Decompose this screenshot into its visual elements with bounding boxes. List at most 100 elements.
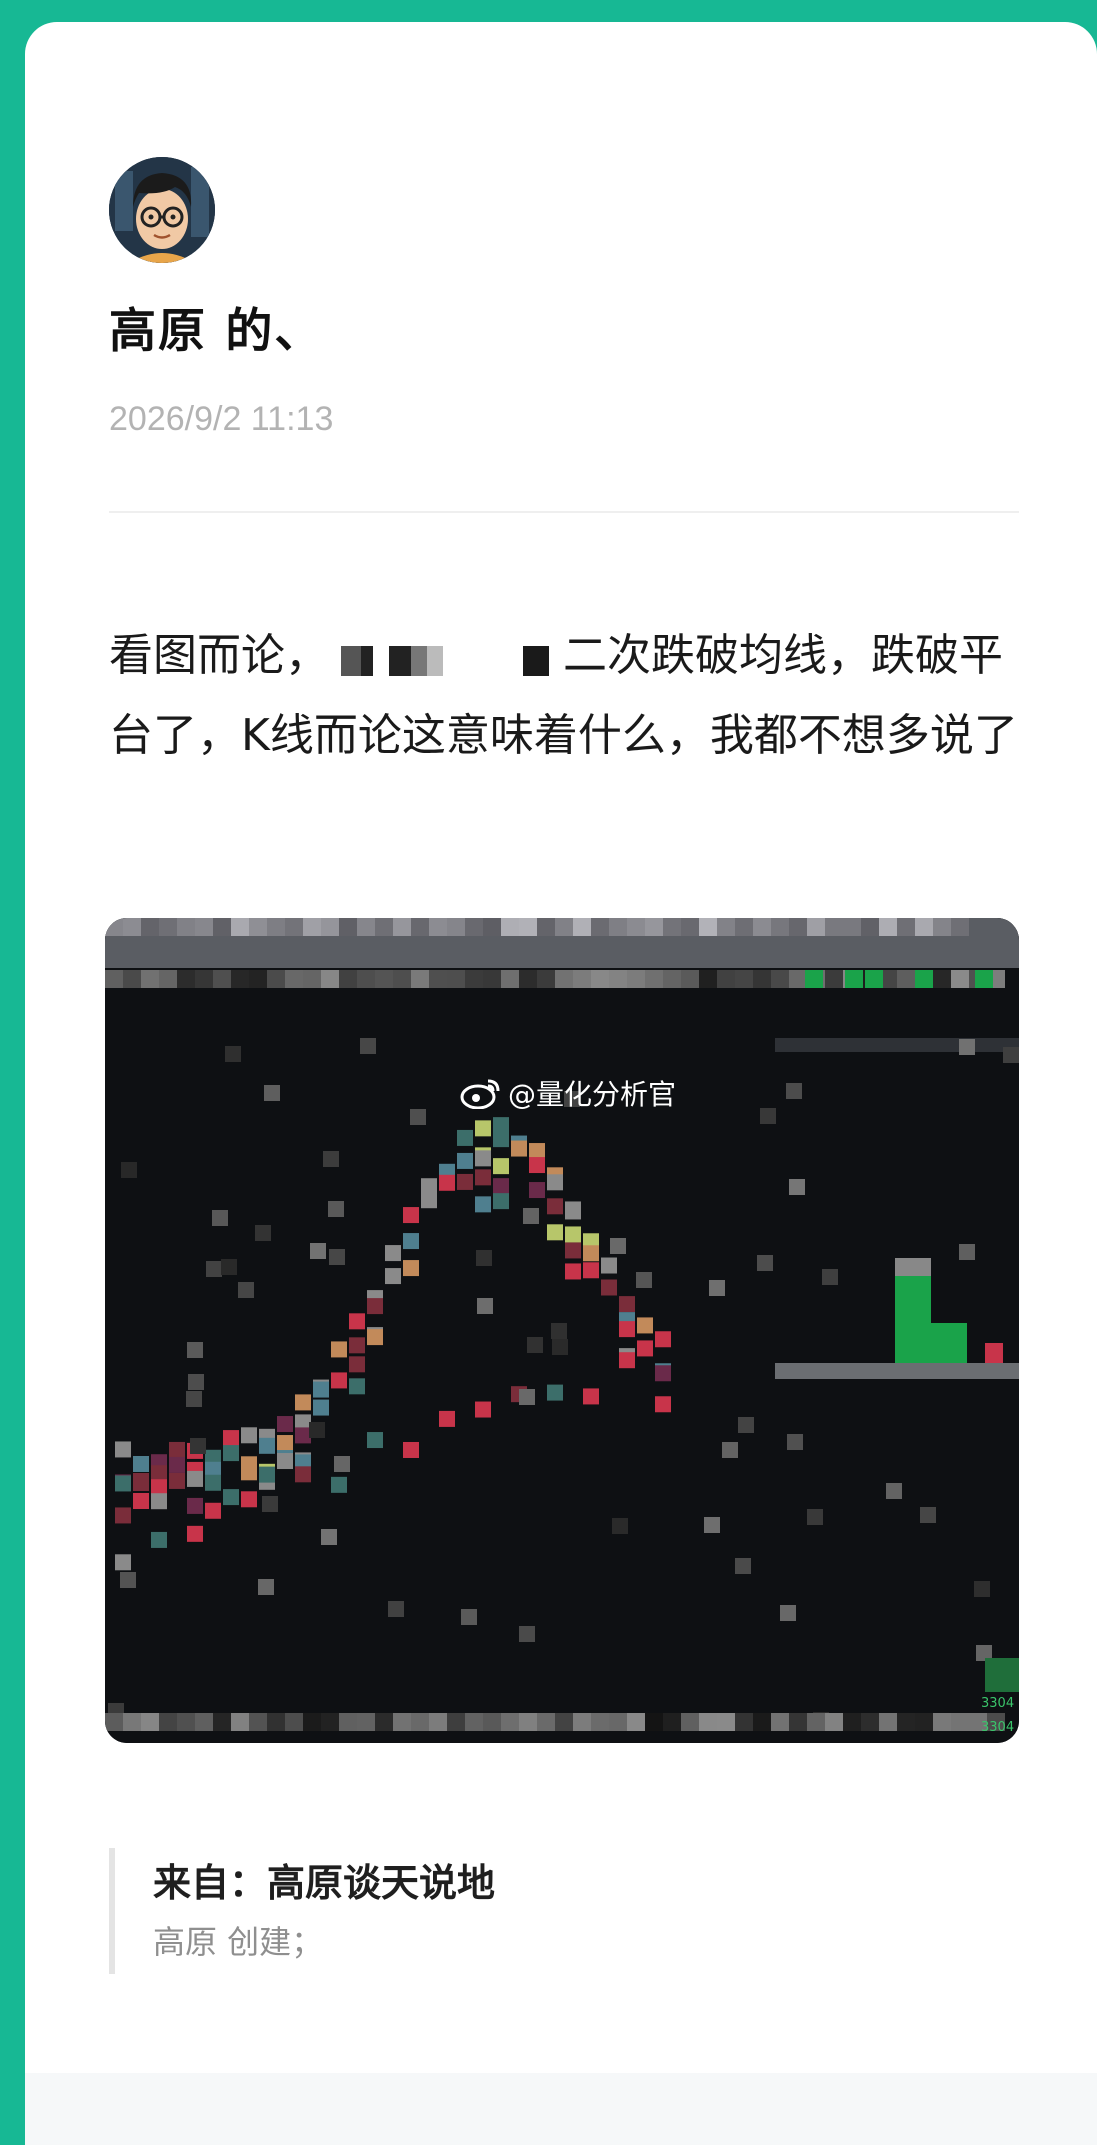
trend-pixel: [259, 1466, 275, 1483]
toolbar-pixel: [123, 970, 141, 988]
noise-pixel: [636, 1272, 652, 1288]
toolbar-pixel: [519, 970, 537, 988]
header-pixel: [141, 918, 159, 936]
axis-pixel: [627, 1713, 645, 1731]
axis-pixel: [573, 1713, 591, 1731]
toolbar-pixel: [303, 970, 321, 988]
toolbar-pixel: [249, 970, 267, 988]
header-pixel: [537, 918, 555, 936]
header-pixel: [825, 918, 843, 936]
volume-bar: [895, 1268, 931, 1363]
axis-pixel: [393, 1713, 411, 1731]
candle-pixel: [619, 1321, 635, 1338]
trend-pixel: [439, 1410, 455, 1427]
toolbar-pixel: [177, 970, 195, 988]
noise-pixel: [334, 1456, 350, 1472]
candle-pixel: [475, 1169, 491, 1186]
noise-pixel: [757, 1255, 773, 1271]
toolbar-pixel: [735, 970, 753, 988]
author-avatar[interactable]: [109, 157, 215, 263]
watermark: @量化分析官: [460, 1073, 676, 1113]
header-pixel: [321, 918, 339, 936]
candle-pixel: [565, 1263, 581, 1280]
axis-pixel: [447, 1713, 465, 1731]
candle-pixel: [547, 1224, 563, 1241]
price-label: 3304: [981, 1696, 1015, 1711]
candle-pixel: [493, 1117, 509, 1134]
noise-pixel: [238, 1282, 254, 1298]
trend-pixel: [187, 1525, 203, 1542]
post-card: 高原 的、 2026/9/2 11:13 看图而论， 二次跌破均线，跌破平台了，K…: [25, 22, 1097, 2145]
candle-pixel: [529, 1182, 545, 1199]
noise-pixel: [920, 1507, 936, 1523]
header-pixel: [429, 918, 447, 936]
noise-pixel: [190, 1438, 206, 1454]
candle-pixel: [583, 1262, 599, 1279]
candle-pixel: [151, 1465, 167, 1482]
candle-pixel: [295, 1394, 311, 1411]
axis-pixel: [411, 1713, 429, 1731]
noise-pixel: [704, 1517, 720, 1533]
header-pixel: [627, 918, 645, 936]
candle-pixel: [349, 1313, 365, 1330]
toolbar-pixel: [411, 970, 429, 988]
noise-pixel: [519, 1389, 535, 1405]
candle-pixel: [637, 1340, 653, 1357]
toolbar-pixel: [591, 970, 609, 988]
trend-pixel: [547, 1384, 563, 1401]
candle-pixel: [475, 1120, 491, 1137]
noise-pixel: [321, 1529, 337, 1545]
candle-pixel: [421, 1178, 437, 1195]
candle-pixel: [565, 1203, 581, 1220]
header-pixel: [195, 918, 213, 936]
candle-pixel: [133, 1455, 149, 1472]
author-name[interactable]: 高原 的、: [109, 292, 323, 361]
axis-pixel: [105, 1713, 123, 1731]
header-pixel: [735, 918, 753, 936]
price-tag: [985, 1658, 1019, 1692]
trend-pixel: [475, 1401, 491, 1418]
axis-pixel: [231, 1713, 249, 1731]
candle-pixel: [295, 1427, 311, 1444]
axis-pixel: [123, 1713, 141, 1731]
noise-pixel: [323, 1151, 339, 1167]
price-label: 3304: [981, 1720, 1015, 1735]
candle-pixel: [655, 1365, 671, 1382]
candle-pixel: [151, 1479, 167, 1496]
axis-pixel: [897, 1713, 915, 1731]
noise-pixel: [461, 1609, 477, 1625]
candle-pixel: [277, 1453, 293, 1470]
trend-pixel: [115, 1554, 131, 1571]
axis-pixel: [483, 1713, 501, 1731]
candle-pixel: [367, 1329, 383, 1346]
toolbar-pixel: [141, 970, 159, 988]
panel-divider: [775, 1038, 1019, 1052]
candle-pixel: [475, 1150, 491, 1167]
axis-pixel: [807, 1713, 825, 1731]
noise-pixel: [709, 1280, 725, 1296]
noise-pixel: [186, 1391, 202, 1407]
noise-pixel: [120, 1572, 136, 1588]
candle-pixel: [547, 1198, 563, 1215]
candle-pixel: [565, 1226, 581, 1243]
noise-pixel: [476, 1250, 492, 1266]
candle-pixel: [331, 1372, 347, 1389]
noise-pixel: [309, 1422, 325, 1438]
source-quote[interactable]: 来自：高原谈天说地 高原 创建；: [109, 1848, 495, 1974]
candle-pixel: [277, 1435, 293, 1452]
header-pixel: [897, 918, 915, 936]
noise-pixel: [519, 1626, 535, 1642]
candle-pixel: [421, 1192, 437, 1209]
toolbar-pixel: [627, 970, 645, 988]
chart-image[interactable]: @量化分析官 3304 3304: [105, 918, 1019, 1743]
axis-pixel: [879, 1713, 897, 1731]
header-pixel: [861, 918, 879, 936]
noise-pixel: [310, 1243, 326, 1259]
axis-pixel: [663, 1713, 681, 1731]
noise-pixel: [886, 1483, 902, 1499]
toolbar-pixel: [771, 970, 789, 988]
toolbar-pixel: [753, 970, 771, 988]
toolbar-pixel: [339, 970, 357, 988]
axis-pixel: [213, 1713, 231, 1731]
candle-pixel: [457, 1152, 473, 1169]
